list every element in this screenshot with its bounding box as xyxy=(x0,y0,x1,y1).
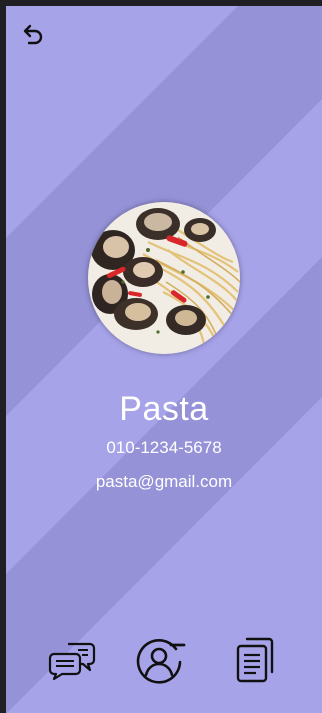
contact-screen: Pasta 010-1234-5678 pasta@gmail.com xyxy=(6,6,322,713)
back-button[interactable] xyxy=(18,20,46,48)
remove-contact-button[interactable] xyxy=(135,634,187,686)
undo-arrow-icon xyxy=(23,24,43,45)
user-remove-icon xyxy=(136,639,186,684)
contact-phone: 010-1234-5678 xyxy=(106,438,222,457)
chat-bubbles-icon xyxy=(48,642,96,680)
contact-name: Pasta xyxy=(119,390,209,428)
contact-photo xyxy=(88,202,240,354)
documents-button[interactable] xyxy=(229,634,281,686)
contact-email: pasta@gmail.com xyxy=(95,472,233,491)
chat-button[interactable] xyxy=(46,634,98,686)
background-stripes xyxy=(6,6,322,713)
documents-icon xyxy=(236,637,274,683)
pasta-image xyxy=(88,202,240,354)
